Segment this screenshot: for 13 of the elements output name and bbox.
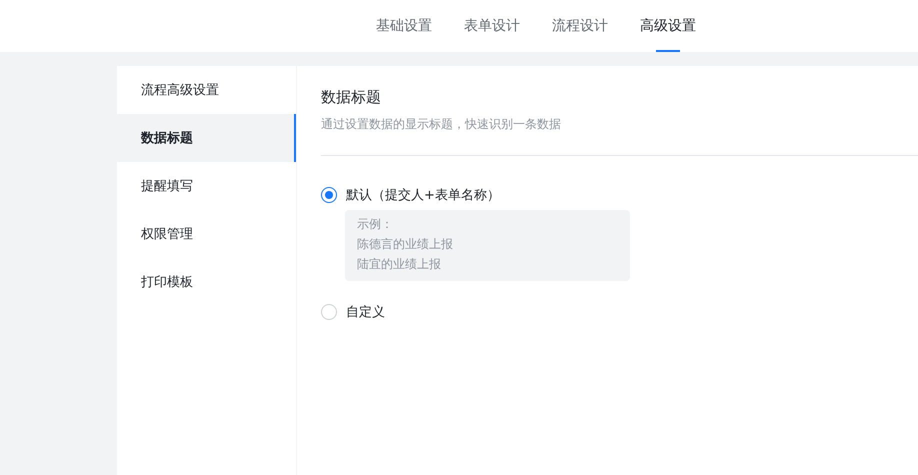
- example-text: 陆宜的业绩上报: [357, 256, 442, 273]
- section-description: 通过设置数据的显示标题，快速识别一条数据: [321, 116, 562, 133]
- nav-tab[interactable]: 高级设置: [640, 0, 696, 52]
- nav-tab[interactable]: 基础设置: [376, 0, 432, 52]
- option-label: 默认（提交人+表单名称）: [346, 187, 500, 204]
- nav-tab[interactable]: 表单设计: [464, 0, 520, 52]
- section-title: 数据标题: [321, 88, 382, 108]
- nav-tab[interactable]: 流程设计: [552, 0, 608, 52]
- example-text: 陈德言的业绩上报: [357, 236, 454, 253]
- option-label: 自定义: [346, 304, 385, 321]
- sidebar-item[interactable]: 数据标题: [117, 114, 296, 162]
- example-text: 示例：: [357, 216, 394, 233]
- radio-button[interactable]: [321, 187, 337, 203]
